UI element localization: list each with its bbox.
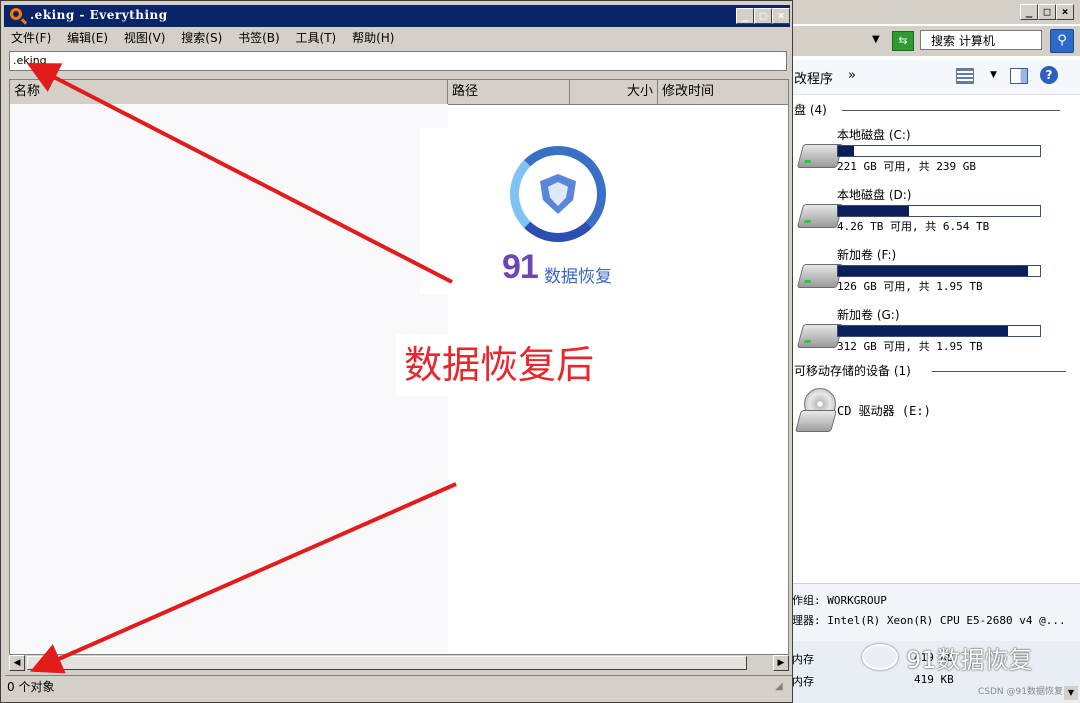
wechat-icon bbox=[862, 644, 898, 670]
annotation-arrows bbox=[26, 63, 457, 674]
csdn-credit: CSDN @91数据恢复 bbox=[978, 687, 1063, 697]
watermark-text: 91数据恢复 bbox=[906, 646, 1033, 674]
arrow-to-search-box bbox=[26, 63, 453, 284]
arrow-to-status-bar bbox=[30, 482, 457, 674]
